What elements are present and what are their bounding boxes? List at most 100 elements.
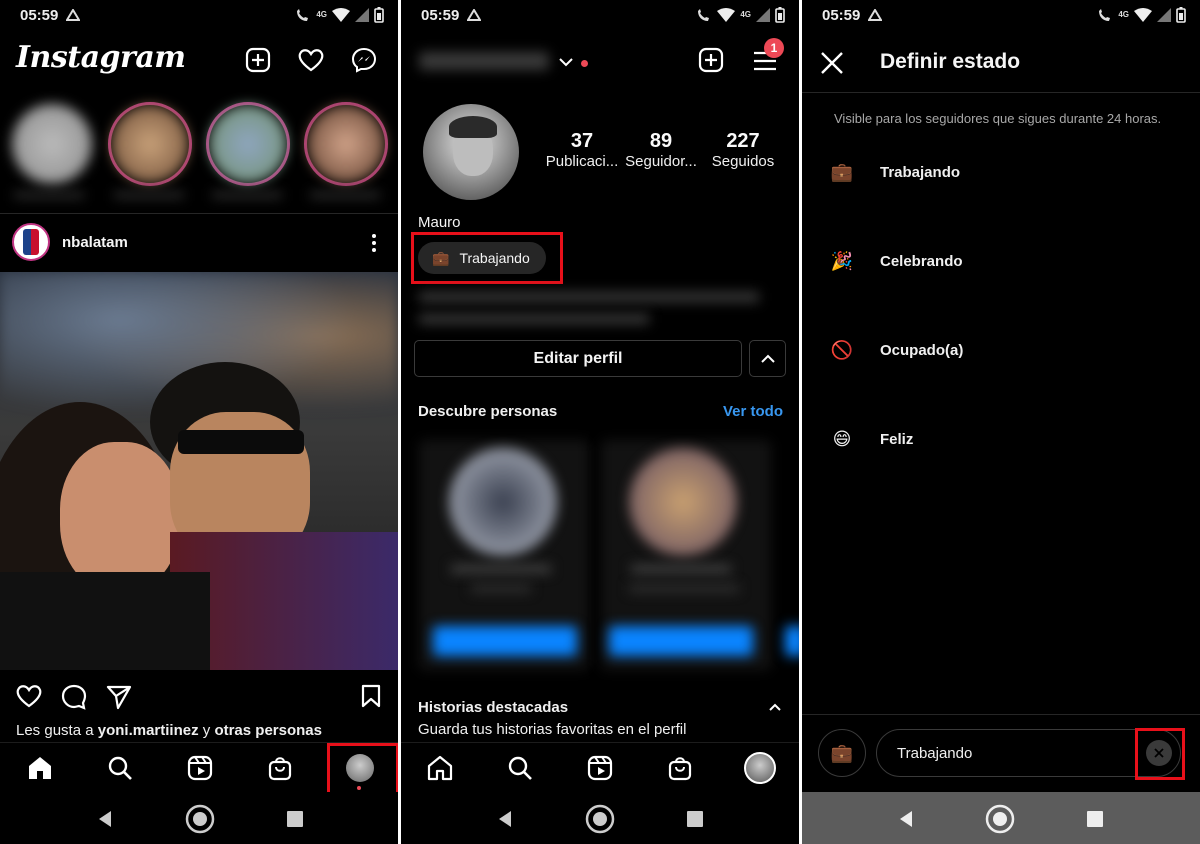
post-image[interactable] bbox=[0, 272, 398, 670]
status-time: 05:59 bbox=[20, 6, 59, 24]
liker-username[interactable]: yoni.martiinez bbox=[98, 722, 199, 739]
notification-dot bbox=[357, 786, 361, 790]
signal-icon bbox=[355, 8, 369, 22]
notification-icon bbox=[66, 9, 81, 21]
recents-icon[interactable] bbox=[280, 804, 310, 834]
status-time: 05:59 bbox=[421, 6, 460, 24]
post-avatar[interactable] bbox=[12, 223, 50, 261]
divider bbox=[802, 714, 1200, 715]
system-nav-bar bbox=[401, 792, 799, 844]
status-bar: 05:59 4G bbox=[802, 0, 1200, 30]
home-button-icon[interactable] bbox=[585, 804, 615, 834]
status-option-ocupado[interactable]: 🚫 Ocupado(a) bbox=[830, 338, 964, 362]
save-icon[interactable] bbox=[361, 684, 381, 708]
discover-toggle-button[interactable] bbox=[749, 340, 786, 377]
comment-icon[interactable] bbox=[61, 684, 87, 710]
search-icon[interactable] bbox=[505, 753, 535, 783]
home-button-icon[interactable] bbox=[185, 804, 215, 834]
more-options-icon[interactable] bbox=[370, 233, 378, 253]
signal-icon bbox=[756, 8, 770, 22]
follow-button[interactable] bbox=[609, 626, 753, 656]
emoji-picker-button[interactable]: 💼 bbox=[818, 729, 866, 777]
bottom-nav bbox=[0, 742, 398, 792]
reels-icon[interactable] bbox=[585, 753, 615, 783]
story-ring[interactable] bbox=[108, 102, 192, 186]
system-nav-bar bbox=[802, 792, 1200, 844]
heart-icon[interactable] bbox=[298, 48, 324, 72]
status-time: 05:59 bbox=[822, 6, 861, 24]
option-label: Trabajando bbox=[880, 163, 961, 181]
app-logo: Instagram bbox=[16, 40, 186, 75]
username-blurred[interactable] bbox=[419, 52, 549, 70]
status-input[interactable]: Trabajando bbox=[876, 729, 1181, 777]
chevron-down-icon[interactable] bbox=[559, 57, 573, 67]
close-icon bbox=[1154, 748, 1164, 758]
shop-icon[interactable] bbox=[665, 753, 695, 783]
feed-screen: 05:59 4G Instagram nbalatam Les gusta a … bbox=[0, 0, 398, 844]
recents-icon[interactable] bbox=[680, 804, 710, 834]
story-ring[interactable] bbox=[304, 102, 388, 186]
bio-blurred bbox=[419, 292, 759, 302]
network-label: 4G bbox=[1118, 10, 1129, 19]
back-icon[interactable] bbox=[490, 804, 520, 834]
post-username[interactable]: nbalatam bbox=[62, 234, 128, 251]
messenger-icon[interactable] bbox=[351, 47, 377, 73]
status-option-celebrando[interactable]: 🎉 Celebrando bbox=[830, 249, 963, 273]
nba-logo-icon bbox=[23, 229, 39, 255]
suggestion-avatar[interactable] bbox=[629, 448, 737, 556]
new-post-icon[interactable] bbox=[698, 47, 724, 73]
chevron-up-icon bbox=[760, 354, 775, 363]
like-icon[interactable] bbox=[16, 684, 42, 708]
party-popper-icon: 🎉 bbox=[830, 250, 854, 271]
wifi-icon bbox=[332, 8, 350, 22]
profile-tab-avatar[interactable] bbox=[345, 753, 375, 783]
battery-icon bbox=[775, 7, 785, 23]
profile-tab-avatar[interactable] bbox=[743, 751, 777, 785]
shop-icon[interactable] bbox=[265, 753, 295, 783]
status-subtitle: Visible para los seguidores que sigues d… bbox=[834, 111, 1162, 126]
reels-icon[interactable] bbox=[185, 753, 215, 783]
wifi-icon bbox=[717, 8, 736, 22]
back-icon[interactable] bbox=[90, 804, 120, 834]
highlights-subtitle: Guarda tus historias favoritas en el per… bbox=[418, 721, 687, 738]
profile-avatar[interactable] bbox=[423, 104, 519, 200]
signal-icon bbox=[1157, 8, 1171, 22]
home-icon[interactable] bbox=[25, 753, 55, 783]
close-icon[interactable] bbox=[820, 51, 844, 75]
recents-icon[interactable] bbox=[1080, 804, 1110, 834]
stat-followers[interactable]: 89 Seguidor... bbox=[621, 130, 701, 170]
share-icon[interactable] bbox=[106, 684, 132, 710]
divider bbox=[0, 213, 398, 214]
clear-input-button[interactable] bbox=[1146, 740, 1172, 766]
home-icon[interactable] bbox=[425, 753, 455, 783]
status-option-feliz[interactable]: 😄 Feliz bbox=[830, 427, 914, 451]
see-all-link[interactable]: Ver todo bbox=[723, 403, 783, 420]
edit-profile-button[interactable]: Editar perfil bbox=[414, 340, 742, 377]
stat-posts[interactable]: 37 Publicaci... bbox=[537, 130, 627, 170]
wifi-icon bbox=[1134, 8, 1152, 22]
home-button-icon[interactable] bbox=[985, 804, 1015, 834]
story-ring[interactable] bbox=[206, 102, 290, 186]
new-post-icon[interactable] bbox=[245, 47, 271, 73]
status-option-trabajando[interactable]: 💼 Trabajando bbox=[830, 160, 960, 184]
story-avatar[interactable] bbox=[12, 104, 92, 184]
others-link[interactable]: otras personas bbox=[214, 722, 322, 739]
status-chip[interactable]: 💼 Trabajando bbox=[418, 242, 546, 274]
bio-blurred bbox=[419, 314, 649, 324]
page-title: Definir estado bbox=[880, 50, 1021, 73]
likes-text: Les gusta a yoni.martiinez y otras perso… bbox=[16, 722, 322, 739]
battery-icon bbox=[374, 7, 384, 23]
stat-following[interactable]: 227 Seguidos bbox=[703, 130, 783, 170]
notification-icon bbox=[868, 9, 883, 21]
call-wifi-icon bbox=[1097, 8, 1113, 22]
highlights-title: Historias destacadas bbox=[418, 699, 569, 716]
suggestion-avatar[interactable] bbox=[449, 448, 557, 556]
profile-name: Mauro bbox=[418, 214, 461, 231]
set-status-screen: 05:59 4G Definir estado Visible para los… bbox=[802, 0, 1200, 844]
network-label: 4G bbox=[740, 10, 751, 19]
search-icon[interactable] bbox=[105, 753, 135, 783]
follow-button[interactable] bbox=[433, 626, 577, 656]
back-icon[interactable] bbox=[891, 804, 921, 834]
option-label: Ocupado(a) bbox=[880, 341, 964, 359]
chevron-up-icon[interactable] bbox=[769, 703, 781, 711]
